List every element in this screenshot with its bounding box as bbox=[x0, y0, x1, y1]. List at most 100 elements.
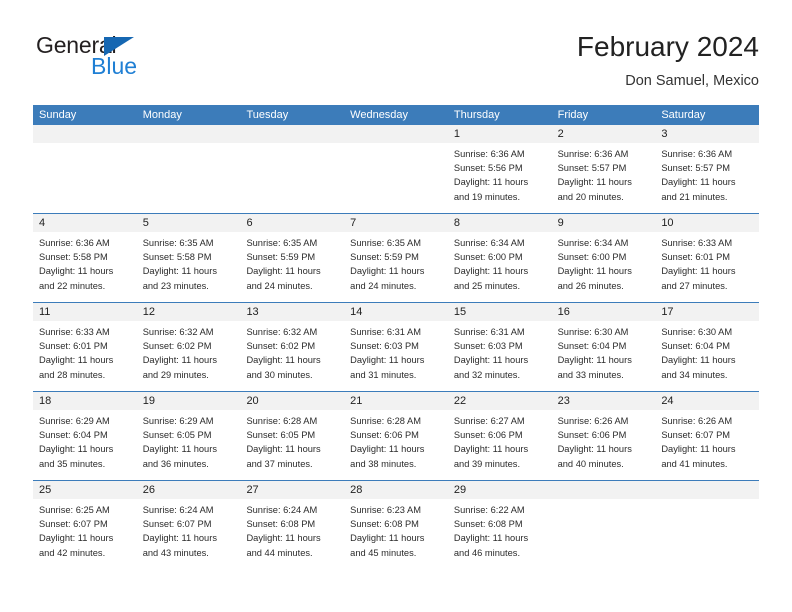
day-cell: 11 Sunrise: 6:33 AM Sunset: 6:01 PM Dayl… bbox=[33, 303, 137, 391]
sunset-text: Sunset: 6:04 PM bbox=[39, 430, 108, 441]
daylight-text-line2: and 34 minutes. bbox=[661, 369, 728, 380]
daylight-text-line2: and 31 minutes. bbox=[350, 369, 417, 380]
day-cell bbox=[33, 125, 137, 213]
daylight-text-line2: and 46 minutes. bbox=[453, 547, 521, 558]
daylight-text-line1: Daylight: 11 hours bbox=[350, 533, 425, 544]
day-cell: 4 Sunrise: 6:36 AM Sunset: 5:58 PM Dayli… bbox=[33, 214, 137, 302]
sunrise-text: Sunrise: 6:31 AM bbox=[453, 327, 525, 337]
day-number: 12 bbox=[136, 303, 241, 321]
day-info bbox=[344, 143, 448, 147]
sunset-text: Sunset: 6:01 PM bbox=[39, 341, 108, 352]
day-info: Sunrise: 6:32 AM Sunset: 6:02 PM Dayligh… bbox=[240, 321, 344, 382]
day-info: Sunrise: 6:36 AM Sunset: 5:56 PM Dayligh… bbox=[448, 143, 552, 204]
day-number: 23 bbox=[551, 392, 656, 410]
day-number: 21 bbox=[344, 392, 448, 410]
sunrise-text: Sunrise: 6:34 AM bbox=[453, 238, 525, 248]
day-cell: 16 Sunrise: 6:30 AM Sunset: 6:04 PM Dayl… bbox=[551, 303, 656, 391]
daylight-text-line2: and 41 minutes. bbox=[661, 458, 728, 469]
day-number: 19 bbox=[136, 392, 241, 410]
daylight-text-line2: and 32 minutes. bbox=[453, 369, 521, 380]
daylight-text-line2: and 30 minutes. bbox=[246, 369, 313, 380]
day-info: Sunrise: 6:32 AM Sunset: 6:02 PM Dayligh… bbox=[137, 321, 241, 382]
daylight-text-line1: Daylight: 11 hours bbox=[350, 266, 425, 277]
sunrise-text: Sunrise: 6:32 AM bbox=[142, 327, 214, 337]
page-header: General Blue February 2024 Don Samuel, M… bbox=[33, 30, 759, 100]
sunrise-text: Sunrise: 6:29 AM bbox=[142, 416, 214, 426]
day-cell: 6 Sunrise: 6:35 AM Sunset: 5:59 PM Dayli… bbox=[240, 214, 345, 302]
day-info: Sunrise: 6:23 AM Sunset: 6:08 PM Dayligh… bbox=[344, 499, 448, 560]
daylight-text-line1: Daylight: 11 hours bbox=[39, 533, 114, 544]
sunrise-text: Sunrise: 6:35 AM bbox=[246, 238, 318, 248]
sunrise-text: Sunrise: 6:33 AM bbox=[661, 238, 733, 248]
sunset-text: Sunset: 5:59 PM bbox=[246, 252, 316, 263]
weekday-header-tuesday: Tuesday bbox=[246, 109, 289, 121]
day-info: Sunrise: 6:28 AM Sunset: 6:06 PM Dayligh… bbox=[344, 410, 448, 471]
day-cell: 15 Sunrise: 6:31 AM Sunset: 6:03 PM Dayl… bbox=[447, 303, 552, 391]
daylight-text-line2: and 38 minutes. bbox=[350, 458, 417, 469]
title-block: February 2024 Don Samuel, Mexico bbox=[577, 30, 759, 91]
week-row: 11 Sunrise: 6:33 AM Sunset: 6:01 PM Dayl… bbox=[33, 302, 760, 391]
sunrise-text: Sunrise: 6:33 AM bbox=[39, 327, 110, 337]
sunset-text: Sunset: 6:01 PM bbox=[661, 252, 731, 263]
sunset-text: Sunset: 5:56 PM bbox=[453, 163, 523, 174]
day-cell bbox=[240, 125, 345, 213]
day-number: 9 bbox=[551, 214, 656, 232]
day-cell: 26 Sunrise: 6:24 AM Sunset: 6:07 PM Dayl… bbox=[136, 481, 241, 569]
day-info: Sunrise: 6:36 AM Sunset: 5:57 PM Dayligh… bbox=[552, 143, 656, 204]
day-number: 8 bbox=[447, 214, 552, 232]
day-info: Sunrise: 6:34 AM Sunset: 6:00 PM Dayligh… bbox=[552, 232, 656, 293]
day-info: Sunrise: 6:25 AM Sunset: 6:07 PM Dayligh… bbox=[33, 499, 137, 560]
day-number: 5 bbox=[136, 214, 241, 232]
sunrise-text: Sunrise: 6:24 AM bbox=[246, 505, 318, 515]
day-info: Sunrise: 6:29 AM Sunset: 6:05 PM Dayligh… bbox=[137, 410, 241, 471]
day-cell: 21 Sunrise: 6:28 AM Sunset: 6:06 PM Dayl… bbox=[344, 392, 448, 480]
daylight-text-line2: and 35 minutes. bbox=[39, 458, 106, 469]
day-info bbox=[655, 499, 759, 503]
sunset-text: Sunset: 6:00 PM bbox=[557, 252, 627, 263]
sunset-text: Sunset: 5:59 PM bbox=[350, 252, 419, 263]
day-info: Sunrise: 6:26 AM Sunset: 6:06 PM Dayligh… bbox=[552, 410, 656, 471]
daylight-text-line1: Daylight: 11 hours bbox=[453, 177, 529, 188]
daylight-text-line2: and 39 minutes. bbox=[453, 458, 521, 469]
day-number: 18 bbox=[33, 392, 137, 410]
daylight-text-line1: Daylight: 11 hours bbox=[350, 355, 425, 366]
sunset-text: Sunset: 6:06 PM bbox=[350, 430, 419, 441]
day-number: 11 bbox=[33, 303, 137, 321]
day-number: 24 bbox=[655, 392, 760, 410]
sunrise-text: Sunrise: 6:28 AM bbox=[246, 416, 318, 426]
daylight-text-line2: and 45 minutes. bbox=[350, 547, 417, 558]
weekday-header-monday: Monday bbox=[142, 109, 182, 121]
day-info: Sunrise: 6:31 AM Sunset: 6:03 PM Dayligh… bbox=[344, 321, 448, 382]
daylight-text-line1: Daylight: 11 hours bbox=[453, 444, 529, 455]
sunrise-text: Sunrise: 6:31 AM bbox=[350, 327, 421, 337]
day-cell: 13 Sunrise: 6:32 AM Sunset: 6:02 PM Dayl… bbox=[240, 303, 345, 391]
day-info: Sunrise: 6:30 AM Sunset: 6:04 PM Dayligh… bbox=[655, 321, 759, 382]
day-info: Sunrise: 6:35 AM Sunset: 5:58 PM Dayligh… bbox=[137, 232, 241, 293]
day-cell: 5 Sunrise: 6:35 AM Sunset: 5:58 PM Dayli… bbox=[136, 214, 241, 302]
daylight-text-line2: and 33 minutes. bbox=[557, 369, 624, 380]
weekday-header-wednesday: Wednesday bbox=[350, 109, 409, 121]
daylight-text-line2: and 44 minutes. bbox=[246, 547, 313, 558]
week-row: 25 Sunrise: 6:25 AM Sunset: 6:07 PM Dayl… bbox=[33, 480, 760, 569]
day-number bbox=[240, 125, 345, 143]
sunrise-text: Sunrise: 6:25 AM bbox=[39, 505, 110, 515]
sunrise-text: Sunrise: 6:36 AM bbox=[557, 149, 629, 159]
sunset-text: Sunset: 6:03 PM bbox=[350, 341, 419, 352]
daylight-text-line1: Daylight: 11 hours bbox=[453, 266, 529, 277]
day-info: Sunrise: 6:33 AM Sunset: 6:01 PM Dayligh… bbox=[33, 321, 137, 382]
daylight-text-line1: Daylight: 11 hours bbox=[557, 177, 632, 188]
day-cell: 22 Sunrise: 6:27 AM Sunset: 6:06 PM Dayl… bbox=[447, 392, 552, 480]
daylight-text-line1: Daylight: 11 hours bbox=[39, 355, 114, 366]
general-blue-logo[interactable]: General Blue bbox=[33, 34, 243, 90]
day-info: Sunrise: 6:36 AM Sunset: 5:57 PM Dayligh… bbox=[655, 143, 759, 204]
day-cell: 28 Sunrise: 6:23 AM Sunset: 6:08 PM Dayl… bbox=[344, 481, 448, 569]
day-cell: 25 Sunrise: 6:25 AM Sunset: 6:07 PM Dayl… bbox=[33, 481, 137, 569]
day-number: 22 bbox=[447, 392, 552, 410]
sunset-text: Sunset: 5:58 PM bbox=[142, 252, 212, 263]
week-row: 4 Sunrise: 6:36 AM Sunset: 5:58 PM Dayli… bbox=[33, 213, 760, 302]
day-cell bbox=[136, 125, 241, 213]
day-info: Sunrise: 6:28 AM Sunset: 6:05 PM Dayligh… bbox=[240, 410, 344, 471]
day-cell: 7 Sunrise: 6:35 AM Sunset: 5:59 PM Dayli… bbox=[344, 214, 448, 302]
daylight-text-line1: Daylight: 11 hours bbox=[557, 355, 632, 366]
day-number bbox=[344, 125, 448, 143]
